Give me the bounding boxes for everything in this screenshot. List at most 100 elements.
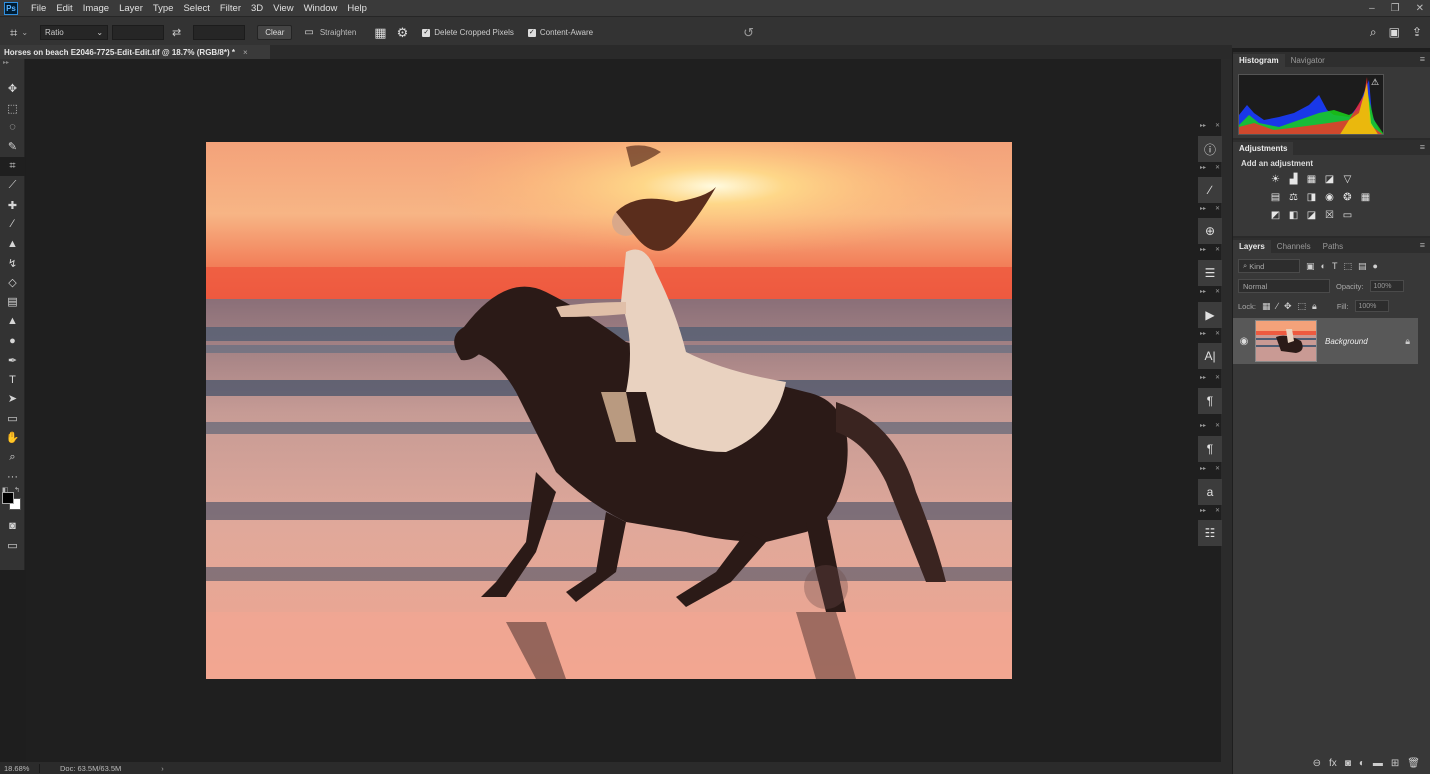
swap-icon[interactable]: ⇄: [172, 26, 181, 39]
color-balance-icon[interactable]: ⚖: [1287, 191, 1300, 204]
quick-mask-icon[interactable]: ◙: [0, 516, 25, 535]
paragraph-icon[interactable]: ¶: [1198, 436, 1222, 462]
restore-icon[interactable]: ❐: [1391, 3, 1400, 14]
eye-icon[interactable]: ◉: [1233, 336, 1255, 347]
menu-layer[interactable]: Layer: [114, 3, 148, 14]
marquee-icon[interactable]: ⬚: [0, 98, 25, 117]
dock-grip[interactable]: ▸▸ ✕: [1198, 507, 1222, 515]
share-icon[interactable]: ⇪: [1412, 25, 1422, 40]
layer-row-background[interactable]: ◉ Background 🔒︎: [1233, 318, 1418, 364]
tab-histogram[interactable]: Histogram: [1233, 54, 1285, 67]
menu-edit[interactable]: Edit: [51, 3, 77, 14]
dodge-icon[interactable]: ●: [0, 331, 25, 350]
menu-help[interactable]: Help: [342, 3, 372, 14]
warning-icon[interactable]: ⚠: [1371, 77, 1379, 88]
clear-button[interactable]: Clear: [257, 25, 293, 40]
delete-cropped-checkbox[interactable]: ✓ Delete Cropped Pixels: [422, 28, 514, 37]
reset-icon[interactable]: ↺: [743, 25, 754, 41]
menu-filter[interactable]: Filter: [215, 3, 246, 14]
gear-icon[interactable]: ⚙: [397, 25, 409, 41]
adjustment-filter-icon[interactable]: ◐: [1321, 261, 1326, 271]
smart-object-filter-icon[interactable]: ▤: [1358, 261, 1367, 272]
menu-image[interactable]: Image: [78, 3, 114, 14]
panel-grip[interactable]: ▸▸: [0, 59, 24, 69]
ratio-select[interactable]: Ratio ⌄: [40, 25, 109, 40]
opacity-field[interactable]: 100%: [1369, 280, 1404, 292]
search-icon[interactable]: ⌕: [1370, 25, 1377, 40]
selective-color-icon[interactable]: ☒: [1323, 209, 1336, 222]
history-brush-icon[interactable]: ↯: [0, 254, 25, 273]
stamp-icon[interactable]: ▲: [0, 234, 25, 253]
menu-file[interactable]: File: [26, 3, 51, 14]
color-lookup-icon[interactable]: ▦: [1359, 191, 1372, 204]
dock-grip[interactable]: ▸▸ ✕: [1198, 422, 1222, 430]
menu-select[interactable]: Select: [178, 3, 214, 14]
tab-paths[interactable]: Paths: [1317, 240, 1349, 253]
content-aware-checkbox[interactable]: ✓ Content-Aware: [527, 28, 593, 37]
lock-all-icon[interactable]: 🔒︎: [1312, 301, 1317, 312]
tab-layers[interactable]: Layers: [1233, 240, 1271, 253]
new-adjustment-icon[interactable]: ◐: [1359, 758, 1365, 769]
close-icon[interactable]: ×: [243, 48, 248, 57]
document-image[interactable]: [206, 142, 1012, 679]
zoom-level[interactable]: 18.68%: [0, 763, 40, 773]
dock-grip[interactable]: ▸▸ ✕: [1198, 164, 1222, 172]
crop-icon[interactable]: ⌗: [0, 156, 25, 176]
menu-window[interactable]: Window: [299, 3, 343, 14]
tab-navigator[interactable]: Navigator: [1285, 54, 1331, 67]
new-layer-icon[interactable]: ⊞: [1391, 758, 1399, 769]
info-icon[interactable]: ⓘ: [1198, 136, 1222, 162]
dock-grip[interactable]: ▸▸ ✕: [1198, 205, 1222, 213]
character-styles-icon[interactable]: ☷: [1198, 520, 1222, 546]
panel-menu-icon[interactable]: ≡: [1420, 240, 1425, 250]
fx-icon[interactable]: fx: [1329, 758, 1337, 769]
dock-grip[interactable]: ▸▸ ✕: [1198, 330, 1222, 338]
panel-menu-icon[interactable]: ≡: [1420, 142, 1425, 152]
channel-mixer-icon[interactable]: ❂: [1341, 191, 1354, 204]
tab-channels[interactable]: Channels: [1271, 240, 1317, 253]
gradient-icon[interactable]: ▤: [0, 292, 25, 311]
character-icon[interactable]: A|: [1198, 343, 1222, 369]
glyphs-icon[interactable]: a: [1198, 479, 1222, 505]
pen-icon[interactable]: ✒: [0, 350, 25, 369]
gradient-map-icon[interactable]: ▭: [1341, 209, 1354, 222]
menu-view[interactable]: View: [268, 3, 298, 14]
hand-icon[interactable]: ✋: [0, 428, 25, 447]
shape-icon[interactable]: ▭: [0, 409, 25, 428]
document-tab[interactable]: Horses on beach E2046-7725-Edit-Edit.tif…: [0, 45, 270, 59]
chevron-right-icon[interactable]: ›: [161, 764, 164, 773]
straighten-icon[interactable]: ▭: [304, 27, 313, 38]
lasso-icon[interactable]: ◌: [0, 118, 25, 137]
menu-3d[interactable]: 3D: [246, 3, 268, 14]
crop-tool-preset-icon[interactable]: ⌗: [10, 25, 17, 41]
add-mask-icon[interactable]: ◙: [1345, 758, 1351, 769]
quick-select-icon[interactable]: ✎: [0, 137, 25, 156]
levels-icon[interactable]: ▟: [1287, 173, 1300, 186]
workspace-icon[interactable]: ▣: [1389, 25, 1400, 40]
lock-image-icon[interactable]: ∕: [1276, 301, 1278, 311]
curves-icon[interactable]: ▦: [1305, 173, 1318, 186]
close-icon[interactable]: ✕: [1416, 3, 1424, 14]
properties-icon[interactable]: ☰: [1198, 260, 1222, 286]
canvas-area[interactable]: [26, 59, 1221, 762]
foreground-color-swatch[interactable]: [2, 492, 14, 505]
overlay-grid-icon[interactable]: ▦: [374, 25, 386, 41]
dock-grip[interactable]: ▸▸ ✕: [1198, 122, 1222, 130]
straighten-label[interactable]: Straighten: [320, 28, 356, 37]
posterize-icon[interactable]: ◧: [1287, 209, 1300, 222]
lock-artboard-icon[interactable]: ⬚: [1298, 301, 1307, 312]
layer-kind-filter[interactable]: ⌕ Kind: [1238, 259, 1300, 273]
path-select-icon[interactable]: ➤: [0, 389, 25, 408]
swap-colors-icon[interactable]: ↰: [14, 486, 20, 494]
blur-icon[interactable]: ▲: [0, 312, 25, 331]
brush-icon[interactable]: ∕: [0, 215, 25, 234]
width-field[interactable]: [112, 25, 165, 40]
height-field[interactable]: [193, 25, 246, 40]
healing-icon[interactable]: ✚: [0, 195, 25, 214]
eyedropper-icon[interactable]: ⟋: [0, 176, 25, 195]
brightness-icon[interactable]: ☀: [1269, 173, 1282, 186]
black-white-icon[interactable]: ◨: [1305, 191, 1318, 204]
minimize-icon[interactable]: –: [1369, 3, 1375, 14]
clone-source-icon[interactable]: ⊕: [1198, 218, 1222, 244]
zoom-icon[interactable]: ⌕: [0, 447, 25, 466]
